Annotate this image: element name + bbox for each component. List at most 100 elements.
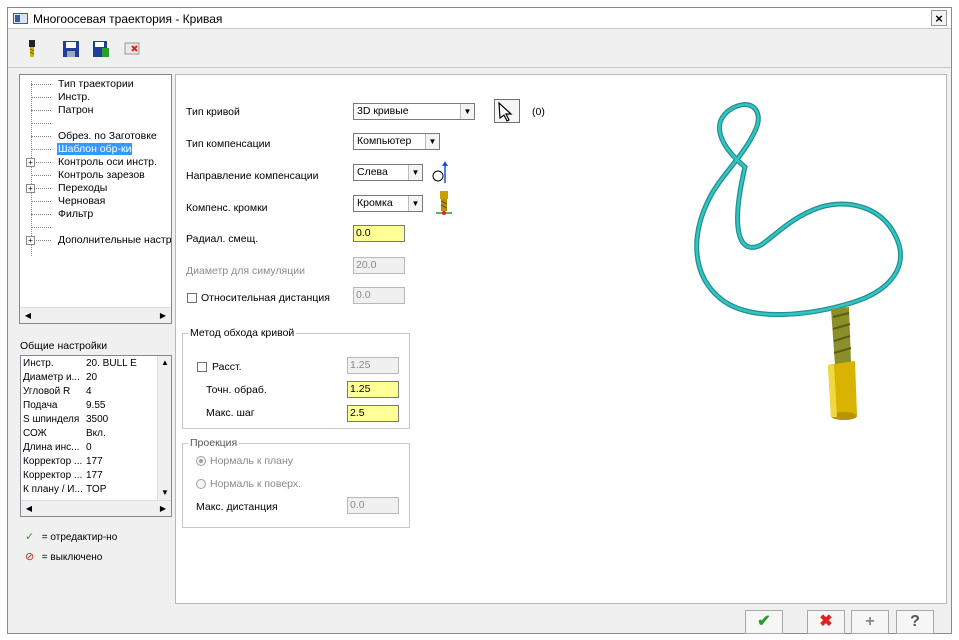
sim-diameter-input[interactable]: 20.0 [353,257,405,274]
property-value: 3500 [86,414,109,425]
tree-item-label: Шаблон обр-ки [57,143,133,155]
tree-connector [31,136,51,137]
tree-item-label: Переходы [58,182,108,194]
chevron-down-icon[interactable]: ▼ [408,196,422,211]
tree-connector [31,227,51,228]
accuracy-input[interactable]: 1.25 [347,381,399,398]
props-horizontal-scrollbar[interactable]: ◀ ▶ [21,500,171,516]
property-value: 177 [86,470,103,481]
max-distance-input[interactable]: 0.0 [347,497,399,514]
general-settings-list[interactable]: Инстр. 20. BULL E Диаметр и... 20 Угловой R 4… [20,355,172,517]
comp-direction-select[interactable]: Слева ▼ [353,164,423,181]
legend-edited: ✓ = отредактир-но [25,530,117,543]
normal-to-surface-radio[interactable] [196,479,206,489]
tool-icon[interactable] [22,39,42,59]
window-icon [13,13,28,24]
tree-connector [31,123,51,124]
property-name: К плану / И... [23,484,83,495]
tree-item-label: Тип траектории [58,78,134,90]
comp-direction-value: Слева [357,166,388,178]
save-as-icon[interactable] [91,39,111,59]
normal-to-surface-label: Нормаль к поверх. [210,478,302,490]
scroll-right-icon[interactable]: ▶ [157,310,169,322]
chevron-down-icon[interactable]: ▼ [408,165,422,180]
tree-item-label: Дополнительные настройки [58,234,172,246]
property-name: Подача [23,400,58,411]
curve-type-value: 3D кривые [357,105,409,117]
select-curves-button[interactable] [494,99,520,123]
radial-offset-input[interactable]: 0.0 [353,225,405,242]
dialog-window: Многоосевая траектория - Кривая × Тип тр… [7,7,952,634]
max-step-input[interactable]: 2.5 [347,405,399,422]
property-name: S шпинделя [23,414,80,425]
close-button[interactable]: × [931,10,947,26]
legend-disabled-text: = выключено [41,552,103,563]
property-value: TOP [86,484,107,495]
parameters-panel: Тип кривой 3D кривые ▼ (0) Тип компенсац… [175,74,947,604]
toolbar [8,30,951,68]
curve-method-group: Метод обхода кривой Расст. 1.25 Точн. об… [182,327,410,429]
distance-checkbox[interactable] [197,362,207,372]
cancel-button[interactable]: ✖ [807,610,845,634]
toolpath-preview [694,102,903,420]
normal-to-plane-radio[interactable] [196,456,206,466]
expand-icon[interactable]: + [26,184,35,193]
comp-tip-select[interactable]: Кромка ▼ [353,195,423,212]
curve-method-title: Метод обхода кривой [188,327,297,339]
tree-connector [31,175,51,176]
tree-item-label: Обрез. по Заготовке [58,130,157,142]
tree-horizontal-scrollbar[interactable]: ◀ ▶ [20,307,171,323]
tree-item-label: Черновая [58,195,106,207]
cursor-arrow-icon [498,101,513,122]
chevron-down-icon[interactable]: ▼ [460,104,474,119]
relative-distance-input[interactable]: 0.0 [353,287,405,304]
settings-tree[interactable]: Тип траектории Инстр. Патрон Обрез. по Заго… [19,74,172,324]
window-title: Многоосевая траектория - Кривая [33,12,223,26]
comp-direction-label: Направление компенсации [186,170,319,182]
tree-connector [31,110,51,111]
max-distance-label: Макс. дистанция [196,501,278,513]
curve-count: (0) [532,106,545,118]
comp-left-icon [432,161,448,183]
checkmark-icon: ✓ [25,531,35,543]
scroll-left-icon[interactable]: ◀ [22,310,34,322]
expand-icon[interactable]: + [26,158,35,167]
general-settings-title: Общие настройки [20,340,108,352]
tree-connector [31,201,51,202]
property-name: Корректор ... [23,456,83,467]
projection-group: Проекция Нормаль к плану Нормаль к повер… [182,437,410,528]
comp-type-select[interactable]: Компьютер ▼ [353,133,440,150]
scroll-up-icon[interactable]: ▲ [159,357,171,369]
scroll-right-icon[interactable]: ▶ [157,503,169,515]
relative-distance-label: Относительная дистанция [201,292,330,304]
left-panel: Тип траектории Инстр. Патрон Обрез. по Заго… [19,74,174,626]
save-icon[interactable] [61,39,81,59]
title-bar: Многоосевая траектория - Кривая × [8,8,951,29]
curve-type-select[interactable]: 3D кривые ▼ [353,103,475,120]
max-step-label: Макс. шаг [206,407,255,419]
property-value: 20. BULL E [86,358,137,369]
tree-connector [31,84,51,85]
projection-title: Проекция [188,437,240,449]
comp-tip-value: Кромка [357,197,393,209]
property-name: СОЖ [23,428,47,439]
sim-diameter-label: Диаметр для симуляции [186,265,305,277]
tree-connector [31,149,51,150]
scroll-left-icon[interactable]: ◀ [23,503,35,515]
accuracy-label: Точн. обраб. [206,384,267,396]
comp-tip-label: Компенс. кромки [186,202,268,214]
props-vertical-scrollbar[interactable]: ▲ ▼ [157,356,171,500]
property-name: Инстр. [23,358,54,369]
property-value: 4 [86,386,92,397]
relative-distance-checkbox[interactable] [187,293,197,303]
property-value: Вкл. [86,428,106,439]
tree-connector [31,214,51,215]
ok-button[interactable]: ✔ [745,610,783,634]
distance-input[interactable]: 1.25 [347,357,399,374]
add-button[interactable]: + [851,610,889,634]
scroll-down-icon[interactable]: ▼ [159,487,171,499]
expand-icon[interactable]: + [26,236,35,245]
help-button[interactable]: ? [896,610,934,634]
chevron-down-icon[interactable]: ▼ [425,134,439,149]
delete-icon[interactable] [122,39,142,59]
